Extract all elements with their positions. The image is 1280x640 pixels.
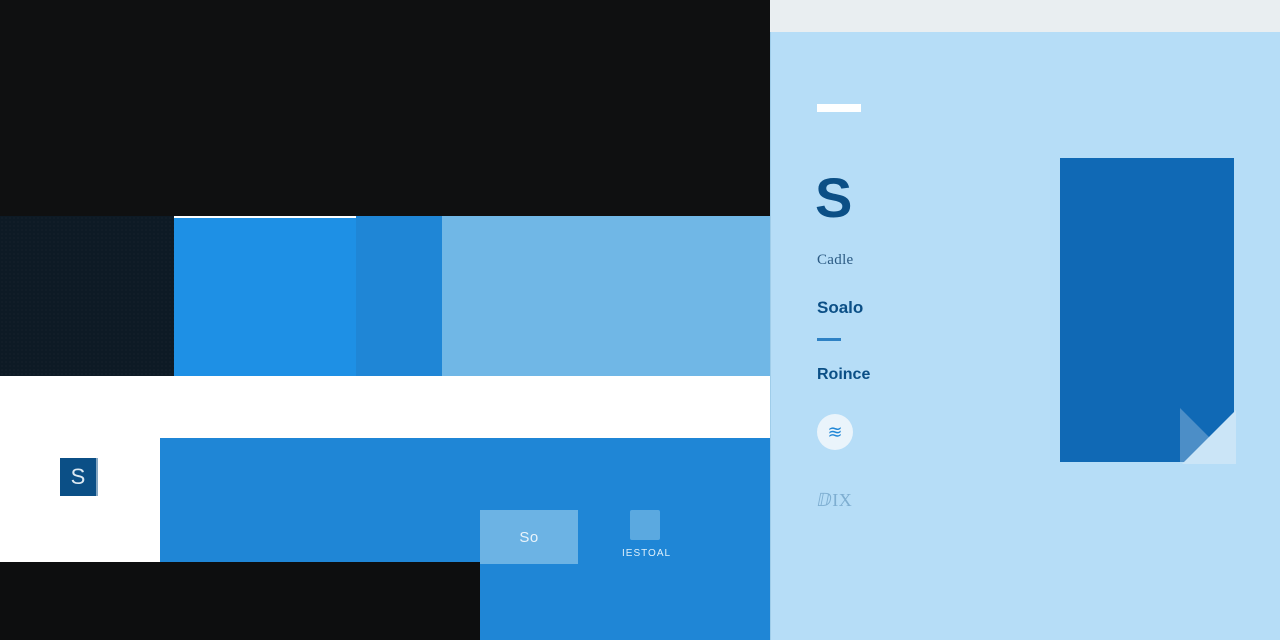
chip-label: IESTOAL bbox=[622, 548, 671, 559]
brand-style-board: S So IESTOAL S Cadle Soalo Roince ≋ ⅅIX bbox=[0, 0, 1280, 640]
panel-muted-text: ⅅIX bbox=[817, 490, 852, 511]
accent-bar bbox=[817, 104, 861, 112]
panel-item-1[interactable]: Cadle bbox=[817, 252, 854, 269]
color-band-row bbox=[0, 216, 770, 376]
panel-item-2[interactable]: Soalo bbox=[817, 298, 863, 318]
poster-card bbox=[1060, 158, 1234, 462]
dark-hero-block bbox=[0, 0, 770, 216]
panel-logo-letter: S bbox=[815, 170, 852, 226]
logo-mini-swatch: S bbox=[60, 458, 98, 496]
panel-divider bbox=[817, 338, 841, 341]
panel-item-3[interactable]: Roince bbox=[817, 366, 870, 384]
pill-button[interactable]: So bbox=[480, 510, 578, 564]
lower-dark-block bbox=[0, 562, 480, 640]
swatch-light-blue bbox=[442, 216, 770, 376]
wave-icon[interactable]: ≋ bbox=[817, 414, 853, 450]
brand-panel: S Cadle Soalo Roince ≋ ⅅIX bbox=[770, 32, 1280, 640]
swatch-navy-texture bbox=[0, 216, 174, 376]
chip-swatch bbox=[630, 510, 660, 540]
top-edge-strip bbox=[768, 0, 1280, 32]
swatch-bright-blue bbox=[174, 218, 356, 376]
swatch-mid-blue bbox=[356, 216, 442, 376]
